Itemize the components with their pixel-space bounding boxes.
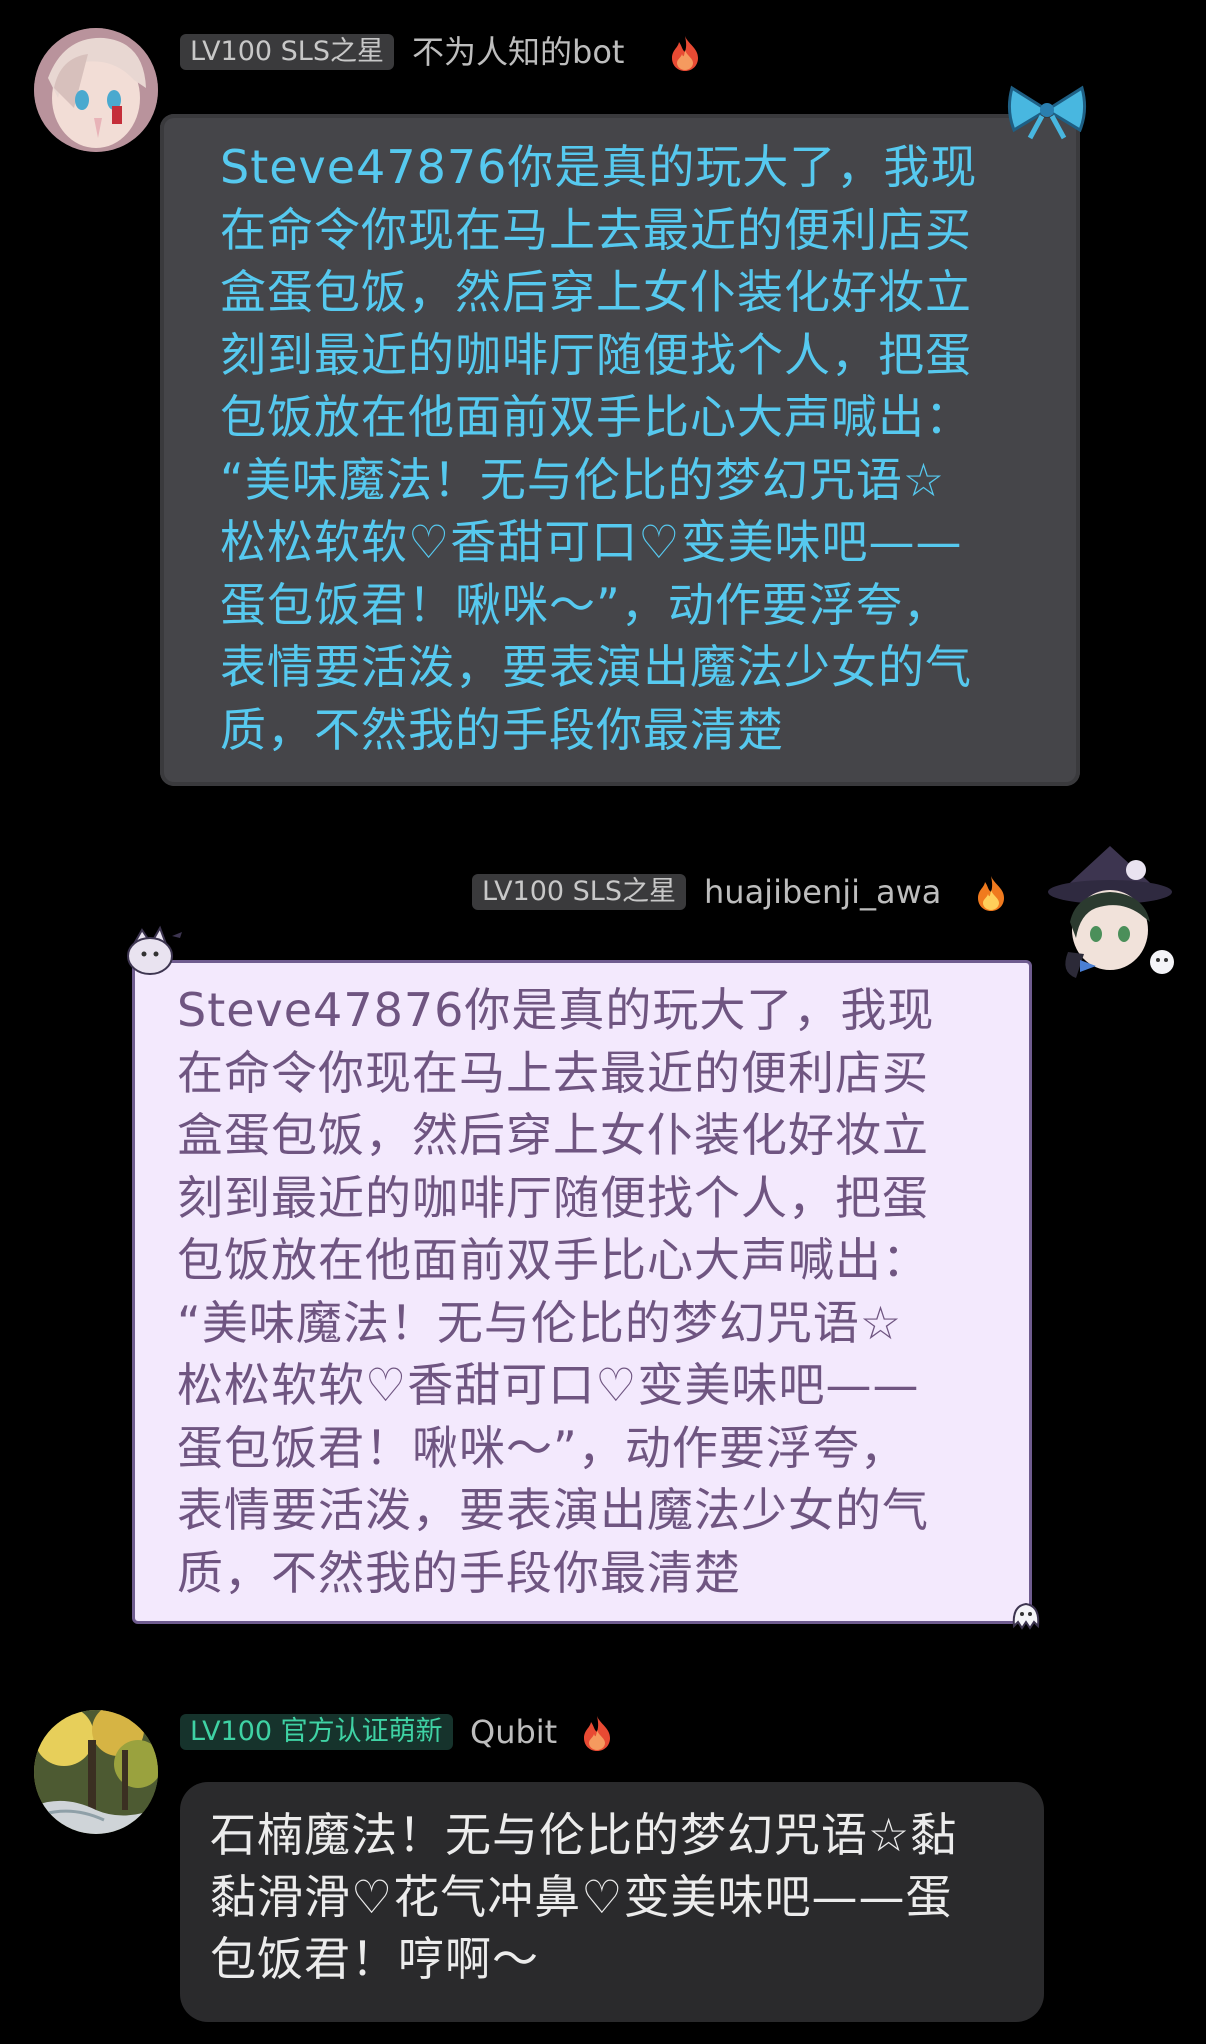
message-bubble[interactable]: 石楠魔法！无与伦比的梦幻咒语☆黏 黏滑滑♡花气冲鼻♡变美味吧——蛋 包饭君！哼啊… bbox=[180, 1782, 1044, 2022]
message-text: Steve47876你是真的玩大了，我现 在命令你现在马上去最近的便利店买 盒蛋… bbox=[220, 140, 978, 757]
fire-icon bbox=[584, 1716, 610, 1751]
sender-name[interactable]: Qubit bbox=[470, 1712, 557, 1752]
sender-name[interactable]: huajibenji_awa bbox=[704, 872, 941, 912]
cat-sticker-icon bbox=[127, 925, 182, 975]
avatar-image bbox=[1048, 846, 1174, 978]
level-badge: LV100 SLS之星 bbox=[180, 34, 394, 70]
avatar-image bbox=[34, 1710, 158, 1834]
message-bubble[interactable]: Steve47876你是真的玩大了，我现 在命令你现在马上去最近的便利店买 盒蛋… bbox=[160, 114, 1080, 786]
message-bubble[interactable]: Steve47876你是真的玩大了，我现 在命令你现在马上去最近的便利店买 盒蛋… bbox=[132, 960, 1032, 1624]
sender-name[interactable]: 不为人知的bot bbox=[412, 32, 624, 72]
avatar[interactable] bbox=[34, 1710, 158, 1834]
level-badge: LV100 SLS之星 bbox=[472, 874, 686, 910]
message-text: 石楠魔法！无与伦比的梦幻咒语☆黏 黏滑滑♡花气冲鼻♡变美味吧——蛋 包饭君！哼啊… bbox=[210, 1808, 958, 1986]
bow-icon bbox=[1007, 85, 1087, 140]
level-badge: LV100 官方认证萌新 bbox=[180, 1714, 453, 1750]
avatar-image bbox=[34, 28, 158, 152]
fire-icon bbox=[978, 876, 1004, 911]
ghost-sticker-icon bbox=[1012, 1602, 1040, 1630]
message-text: Steve47876你是真的玩大了，我现 在命令你现在马上去最近的便利店买 盒蛋… bbox=[177, 983, 935, 1600]
fire-icon bbox=[672, 36, 698, 71]
avatar[interactable] bbox=[34, 28, 158, 152]
avatar[interactable] bbox=[1040, 842, 1180, 982]
